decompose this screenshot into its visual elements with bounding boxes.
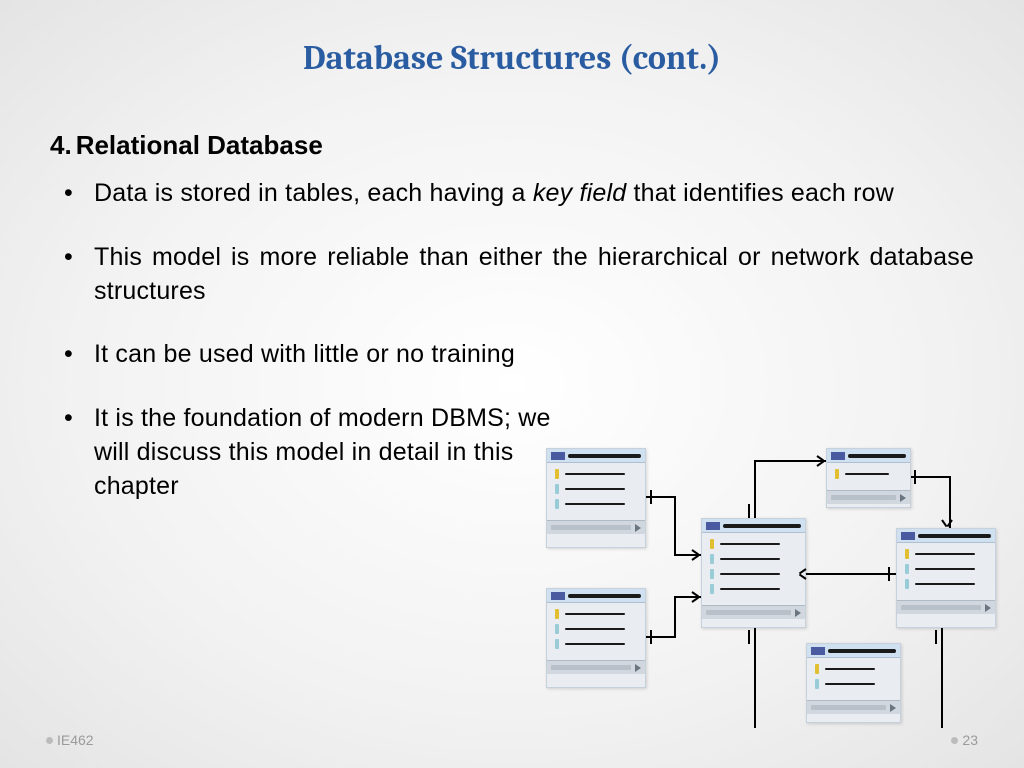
section-heading: 4.Relational Database [50, 130, 974, 161]
bullet-dot-icon [951, 737, 958, 744]
slide-title: Database Structures (cont.) [50, 38, 974, 78]
relational-diagram-icon [536, 448, 1006, 728]
bullet-text: Data is stored in tables, each having a [94, 179, 533, 207]
footer-right: 23 [951, 732, 978, 748]
bullet-text: that identifies each row [626, 179, 894, 207]
list-item: It is the foundation of modern DBMS; we … [50, 402, 590, 503]
list-item: This model is more reliable than either … [50, 241, 974, 309]
bullet-text: It is the foundation of modern DBMS; we … [94, 404, 551, 500]
slide: Database Structures (cont.) 4.Relational… [0, 0, 1024, 768]
bullet-emphasis: key field [533, 179, 627, 207]
course-code: IE462 [57, 732, 94, 748]
heading-text: Relational Database [76, 130, 323, 160]
footer-left: IE462 [46, 732, 94, 748]
heading-number: 4. [50, 130, 72, 160]
list-item: It can be used with little or no trainin… [50, 338, 974, 372]
list-item: Data is stored in tables, each having a … [50, 177, 974, 211]
bullet-text: This model is more reliable than either … [94, 243, 974, 305]
page-number: 23 [962, 732, 978, 748]
bullet-dot-icon [46, 737, 53, 744]
bullet-text: It can be used with little or no trainin… [94, 340, 515, 368]
slide-footer: IE462 23 [0, 732, 1024, 748]
